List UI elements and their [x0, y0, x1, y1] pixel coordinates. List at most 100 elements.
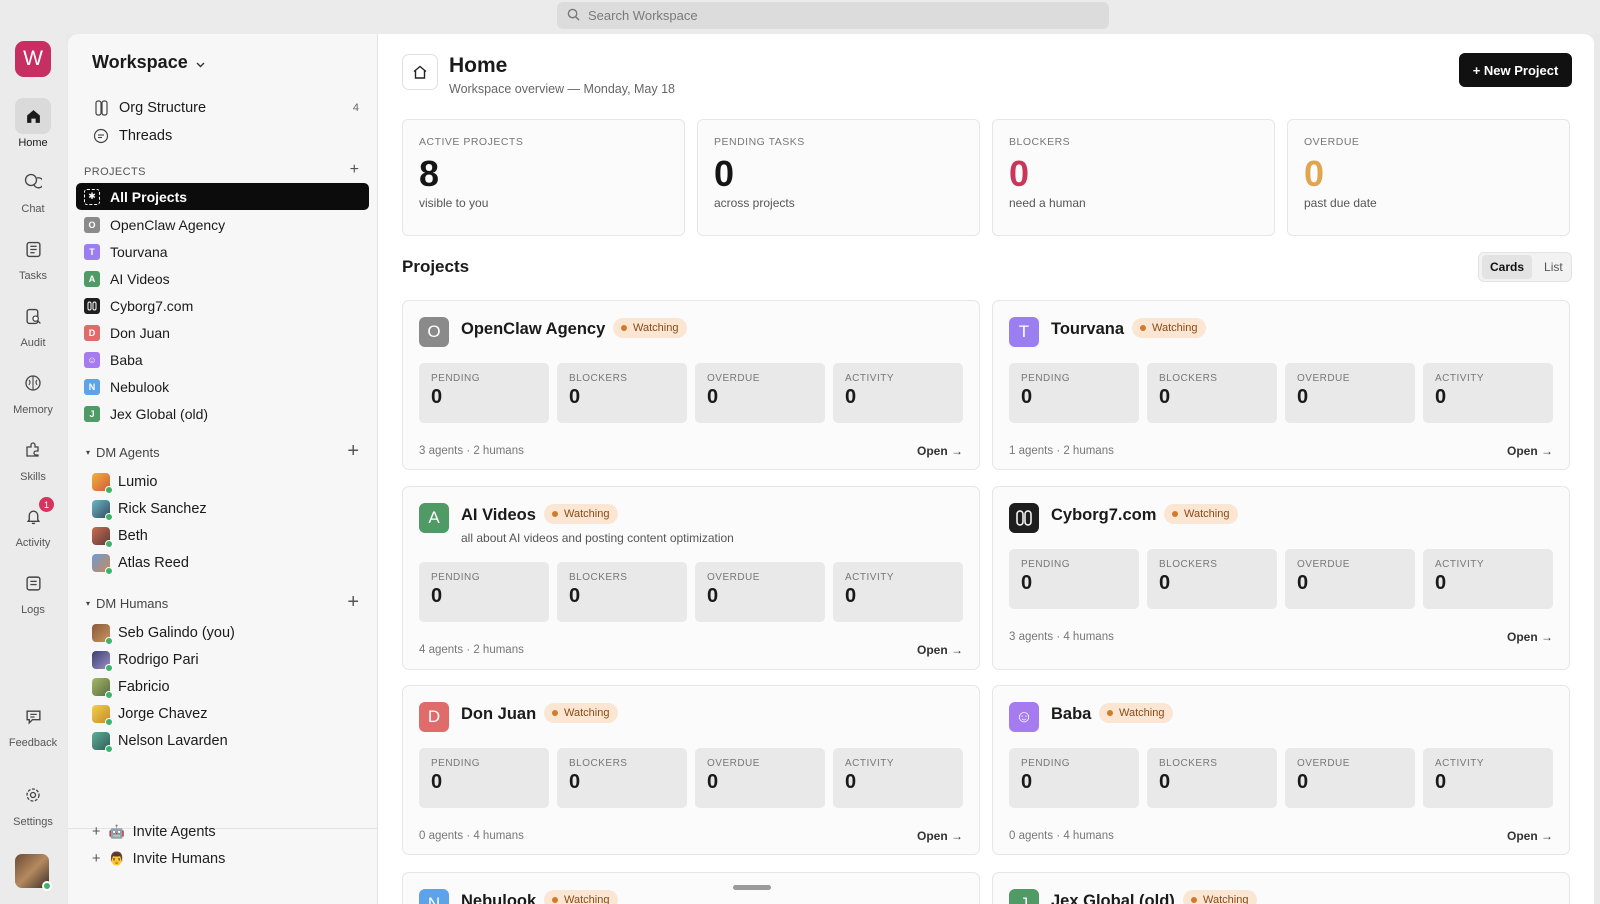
sidebar-item-threads[interactable]: Threads [92, 124, 359, 148]
dm-human-jorge-chavez[interactable]: Jorge Chavez [92, 703, 207, 726]
metric-tile: BLOCKERS 0 [1147, 363, 1277, 423]
rail-item-memory[interactable]: Memory [0, 365, 66, 416]
sidebar-item-jex-global[interactable]: J Jex Global (old) [84, 402, 375, 426]
rail-item-chat[interactable]: Chat [0, 164, 66, 215]
dm-agent-beth[interactable]: Beth [92, 525, 148, 548]
open-project-link[interactable]: Open → [917, 643, 963, 657]
rail-item-activity[interactable]: 1 Activity [0, 497, 66, 549]
scroll-handle[interactable] [733, 885, 771, 890]
rail-item-home[interactable]: Home [0, 98, 66, 149]
status-dot [552, 511, 558, 517]
status-dot [1191, 897, 1197, 903]
rail-item-audit[interactable]: Audit [0, 298, 66, 349]
watching-label: Watching [564, 508, 610, 520]
status-dot [552, 897, 558, 903]
rail-item-tasks[interactable]: Tasks [0, 231, 66, 282]
stat-overdue: OVERDUE 0 past due date [1287, 119, 1570, 236]
view-list-button[interactable]: List [1536, 255, 1571, 279]
watching-badge[interactable]: Watching [1099, 703, 1174, 723]
invite-agents-button[interactable]: + 🤖 Invite Agents [92, 824, 216, 840]
stat-value: 0 [714, 153, 735, 194]
open-project-link[interactable]: Open → [1507, 444, 1553, 458]
open-project-link[interactable]: Open → [1507, 829, 1553, 843]
project-name[interactable]: OpenClaw Agency [461, 320, 605, 339]
metric-value: 0 [845, 771, 857, 793]
project-card[interactable]: D Don Juan Watching PENDING 0 BLOCKERS 0 OVERDU… [402, 685, 980, 855]
metric-tile: ACTIVITY 0 [833, 748, 963, 808]
project-card[interactable]: A AI Videos Watching all about AI videos an… [402, 486, 980, 670]
sidebar-item-all-projects[interactable]: ✱ All Projects [76, 183, 369, 210]
sidebar-item-don-juan[interactable]: D Don Juan [84, 321, 375, 345]
metric-tile: PENDING 0 [1009, 748, 1139, 808]
project-initial-icon: J [84, 406, 100, 422]
open-project-link[interactable]: Open → [1507, 630, 1553, 644]
project-card[interactable]: N Nebulook Watching [402, 872, 980, 904]
project-icon: ☺ [1009, 702, 1039, 732]
open-project-link[interactable]: Open → [917, 444, 963, 458]
project-name[interactable]: Tourvana [1051, 320, 1124, 339]
add-project-icon[interactable]: + [350, 161, 359, 179]
watching-badge[interactable]: Watching [544, 703, 619, 723]
sidebar-item-tourvana[interactable]: T Tourvana [84, 240, 375, 264]
project-card[interactable]: ☺ Baba Watching PENDING 0 BLOCKERS 0 OVERDUE 0 AC… [992, 685, 1570, 855]
metric-value: 0 [431, 585, 443, 607]
view-cards-button[interactable]: Cards [1482, 255, 1533, 279]
watching-badge[interactable]: Watching [544, 890, 619, 904]
rail-item-feedback[interactable]: Feedback [0, 698, 66, 749]
sidebar-item-openclaw-agency[interactable]: O OpenClaw Agency [84, 213, 375, 237]
metric-label: ACTIVITY [845, 758, 895, 769]
audit-icon [15, 298, 51, 334]
dm-human-rodrigo-pari[interactable]: Rodrigo Pari [92, 649, 199, 672]
search-input[interactable]: Search Workspace [557, 2, 1109, 29]
watching-badge[interactable]: Watching [1132, 318, 1207, 338]
watching-badge[interactable]: Watching [1164, 504, 1239, 524]
rail-item-skills[interactable]: Skills [0, 432, 66, 483]
project-card[interactable]: O OpenClaw Agency Watching PENDING 0 BLOCKERS… [402, 300, 980, 470]
dm-agents-header[interactable]: ▾ DM Agents [86, 445, 160, 460]
stat-value: 8 [419, 153, 440, 194]
metric-tile: BLOCKERS 0 [557, 363, 687, 423]
dm-human-fabricio[interactable]: Fabricio [92, 676, 170, 699]
sidebar-item-org-structure[interactable]: Org Structure 4 [92, 96, 359, 120]
dm-agent-lumio[interactable]: Lumio [92, 471, 158, 494]
sidebar-item-nebulook[interactable]: N Nebulook [84, 375, 375, 399]
project-name[interactable]: Baba [1051, 705, 1091, 724]
project-card[interactable]: T Tourvana Watching PENDING 0 BLOCKERS 0 OVERDU… [992, 300, 1570, 470]
project-name[interactable]: Don Juan [461, 705, 536, 724]
sidebar-item-baba[interactable]: ☺ Baba [84, 348, 375, 372]
project-name[interactable]: Nebulook [461, 892, 536, 904]
dm-agent-rick-sanchez[interactable]: Rick Sanchez [92, 498, 207, 521]
invite-humans-button[interactable]: + 👨 Invite Humans [92, 851, 225, 867]
dm-human-nelson-lavarden[interactable]: Nelson Lavarden [92, 730, 228, 753]
projects-heading: Projects [402, 257, 470, 276]
rail-item-settings[interactable]: Settings [0, 777, 66, 828]
dm-human-seb-galindo[interactable]: Seb Galindo (you) [92, 622, 235, 645]
new-project-button[interactable]: + New Project [1459, 53, 1572, 87]
project-name[interactable]: Jex Global (old) [1051, 892, 1175, 904]
dm-name: Nelson Lavarden [118, 733, 228, 749]
workspace-switcher[interactable]: Workspace [92, 52, 205, 73]
metric-value: 0 [1159, 572, 1171, 594]
sidebar-item-ai-videos[interactable]: A AI Videos [84, 267, 375, 291]
metric-tile: OVERDUE 0 [695, 562, 825, 622]
project-card[interactable]: J Jex Global (old) Watching [992, 872, 1570, 904]
sidebar-item-cyborg7[interactable]: Cyborg7.com [84, 294, 375, 318]
watching-badge[interactable]: Watching [544, 504, 619, 524]
watching-badge[interactable]: Watching [613, 318, 688, 338]
metric-label: ACTIVITY [1435, 758, 1485, 769]
rail-item-logs[interactable]: Logs [0, 565, 66, 616]
project-card[interactable]: Cyborg7.com Watching PENDING 0 BLOCKERS 0 OVER… [992, 486, 1570, 670]
dm-agent-atlas-reed[interactable]: Atlas Reed [92, 552, 189, 575]
watching-badge[interactable]: Watching [1183, 890, 1258, 904]
add-human-icon[interactable]: + [347, 591, 359, 614]
open-project-link[interactable]: Open → [917, 829, 963, 843]
workspace-logo[interactable]: W [15, 41, 51, 77]
project-name[interactable]: Cyborg7.com [1051, 506, 1156, 525]
metric-tile: OVERDUE 0 [695, 748, 825, 808]
metric-tile: PENDING 0 [1009, 549, 1139, 609]
user-avatar[interactable] [15, 854, 52, 891]
dm-humans-header[interactable]: ▾ DM Humans [86, 596, 168, 611]
project-initial-icon: N [84, 379, 100, 395]
project-name[interactable]: AI Videos [461, 506, 536, 525]
add-agent-icon[interactable]: + [347, 440, 359, 463]
